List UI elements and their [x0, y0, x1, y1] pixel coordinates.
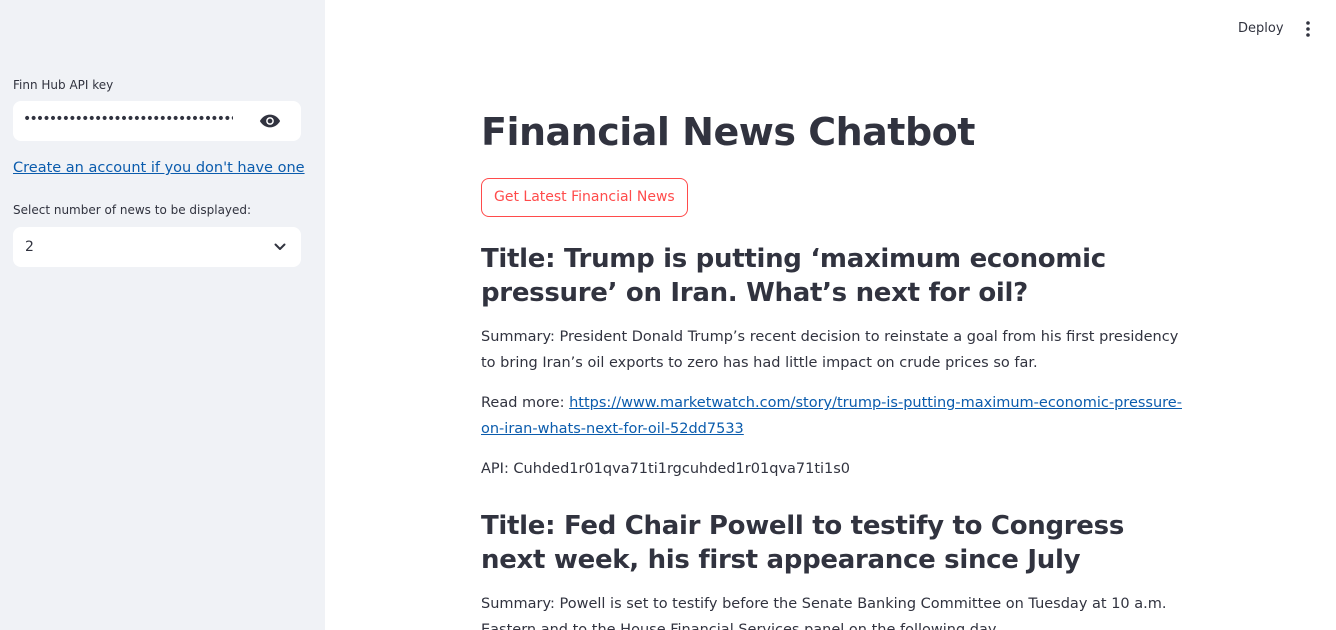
num-news-select[interactable]: 2: [13, 227, 301, 267]
article-url-link[interactable]: https://www.marketwatch.com/story/trump-…: [481, 395, 1182, 437]
api-key-input[interactable]: ••••••••••••••••••••••••••••••••••••••••: [13, 101, 301, 141]
num-news-label: Select number of news to be displayed:: [13, 203, 252, 217]
news-article: Title: Fed Chair Powell to testify to Co…: [481, 509, 1191, 630]
article-read-more: Read more: https://www.marketwatch.com/s…: [481, 390, 1191, 442]
api-key-label: Finn Hub API key: [13, 78, 114, 92]
more-vertical-icon[interactable]: [1300, 19, 1316, 39]
num-news-selected-value: 2: [25, 239, 34, 255]
app-root: Finn Hub API key •••••••••••••••••••••••…: [0, 0, 1336, 630]
chevron-down-icon: [274, 243, 286, 250]
get-latest-news-button[interactable]: Get Latest Financial News: [481, 178, 688, 217]
eye-icon[interactable]: [259, 112, 281, 130]
article-summary: Summary: Powell is set to testify before…: [481, 596, 1167, 630]
news-article: Title: Trump is putting ‘maximum economi…: [481, 242, 1191, 482]
read-more-prefix: Read more:: [481, 395, 570, 411]
sidebar: Finn Hub API key •••••••••••••••••••••••…: [0, 0, 325, 630]
create-account-link[interactable]: Create an account if you don't have one: [13, 160, 305, 176]
article-summary: Summary: President Donald Trump’s recent…: [481, 329, 1179, 371]
api-key-masked-value: ••••••••••••••••••••••••••••••••••••••••: [23, 111, 233, 127]
deploy-button[interactable]: Deploy: [1230, 19, 1292, 38]
article-title: Title: Fed Chair Powell to testify to Co…: [481, 511, 1124, 575]
article-api: API: Cuhded1r01qva71ti1rgcuhded1r01qva71…: [481, 461, 851, 477]
page-title: Financial News Chatbot: [481, 110, 975, 154]
article-title: Title: Trump is putting ‘maximum economi…: [481, 244, 1106, 308]
